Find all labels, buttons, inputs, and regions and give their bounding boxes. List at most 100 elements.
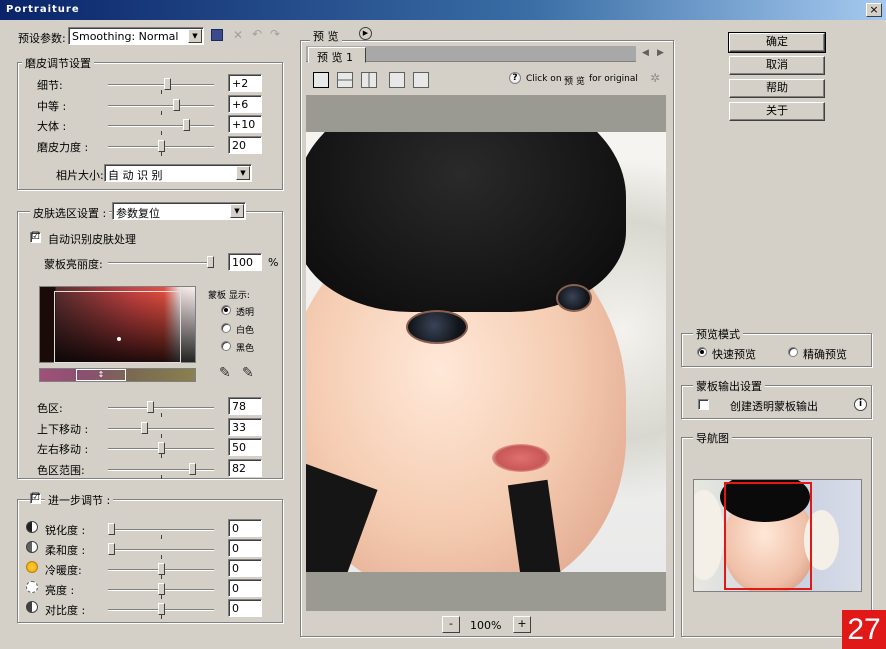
enhancement-slider[interactable] bbox=[108, 523, 214, 543]
slider-thumb[interactable] bbox=[189, 462, 196, 475]
slider-thumb[interactable] bbox=[108, 523, 115, 535]
detail-row-slider[interactable] bbox=[108, 98, 214, 119]
slider-tick bbox=[161, 454, 162, 458]
skin-slider-label: 色区: bbox=[37, 402, 63, 415]
mask-display-radio[interactable] bbox=[221, 341, 231, 351]
preview-menu-icon[interactable]: ▶ bbox=[359, 27, 372, 40]
enhancement-field[interactable]: 0 bbox=[228, 539, 262, 557]
detail-row-slider[interactable] bbox=[108, 119, 214, 139]
skin-slider-field[interactable]: 33 bbox=[228, 417, 262, 436]
zoom-in-button[interactable]: + bbox=[513, 616, 531, 633]
fast-preview-radio[interactable] bbox=[697, 347, 707, 357]
detail-row-field[interactable]: +2 bbox=[228, 74, 262, 92]
skin-slider[interactable] bbox=[108, 442, 214, 462]
navigator-thumbnail[interactable] bbox=[693, 479, 862, 592]
slider-tick bbox=[161, 413, 162, 417]
detail-row-slider[interactable] bbox=[108, 78, 214, 98]
tab-preview-1[interactable]: 预 览 1 bbox=[308, 47, 366, 64]
hue-range-bar[interactable]: ↕ bbox=[39, 368, 196, 382]
zoom-out-button[interactable]: - bbox=[442, 616, 460, 633]
mask-display-radio[interactable] bbox=[221, 323, 231, 333]
detail-row-field[interactable]: +6 bbox=[228, 94, 262, 113]
save-icon[interactable] bbox=[211, 29, 223, 41]
enhancement-slider[interactable] bbox=[108, 563, 214, 583]
enhancements-title: 进一步调节 : bbox=[45, 492, 114, 508]
new-preview-icon[interactable] bbox=[389, 72, 405, 88]
enhancement-field[interactable]: 0 bbox=[228, 559, 262, 577]
mask-output-checkbox[interactable] bbox=[698, 399, 709, 410]
portrait-size-label: 相片大小: bbox=[56, 169, 104, 182]
eyedropper-icon[interactable]: ✎ bbox=[219, 365, 231, 381]
enhancement-slider[interactable] bbox=[108, 603, 214, 623]
skin-slider-field[interactable]: 78 bbox=[228, 397, 262, 415]
mask-opacity-field[interactable]: 100 bbox=[228, 253, 262, 271]
detail-row-slider[interactable] bbox=[108, 139, 214, 160]
slider-tick bbox=[161, 575, 162, 579]
mask-opacity-track[interactable] bbox=[108, 256, 214, 276]
slider-thumb[interactable] bbox=[147, 401, 154, 413]
slider-thumb[interactable] bbox=[183, 119, 190, 131]
slider-thumb[interactable] bbox=[158, 442, 165, 454]
split-vertical-icon[interactable] bbox=[361, 72, 377, 88]
enhancement-slider[interactable] bbox=[108, 583, 214, 603]
detail-row-label: 细节: bbox=[37, 79, 63, 92]
accurate-preview-radio[interactable] bbox=[788, 347, 798, 357]
detail-row-field[interactable]: +10 bbox=[228, 115, 262, 133]
slider-thumb[interactable] bbox=[141, 421, 148, 434]
mask-display-option-label: 黑色 bbox=[236, 344, 255, 354]
detail-row-field[interactable]: 20 bbox=[228, 135, 262, 154]
sharpness-icon bbox=[26, 521, 38, 533]
enhancement-field[interactable]: 0 bbox=[228, 599, 262, 617]
skin-slider[interactable] bbox=[108, 421, 214, 442]
fit-view-icon[interactable] bbox=[413, 72, 429, 88]
tab-scroll-left-icon[interactable]: ◀ bbox=[642, 48, 649, 58]
cancel-button[interactable]: 取消 bbox=[729, 56, 825, 75]
split-horizontal-icon[interactable] bbox=[337, 72, 353, 88]
skin-color-picker[interactable] bbox=[39, 286, 196, 363]
single-view-icon[interactable] bbox=[313, 72, 329, 88]
help-button[interactable]: 帮助 bbox=[729, 79, 825, 98]
enhancement-field[interactable]: 0 bbox=[228, 519, 262, 537]
slider-tick bbox=[161, 555, 162, 559]
navigator-viewport-frame[interactable] bbox=[724, 482, 812, 590]
enhancement-label: 冷暖度: bbox=[45, 564, 82, 577]
skin-slider-field[interactable]: 50 bbox=[228, 438, 262, 456]
info-icon[interactable]: i bbox=[854, 398, 867, 411]
chevron-down-icon: ▼ bbox=[236, 166, 250, 180]
color-picker-marker[interactable] bbox=[117, 337, 121, 341]
slider-thumb[interactable] bbox=[158, 563, 165, 575]
enhancement-label: 柔和度 : bbox=[45, 544, 86, 557]
skin-slider[interactable] bbox=[108, 401, 214, 421]
slider-thumb[interactable] bbox=[158, 139, 165, 152]
slider-thumb[interactable] bbox=[108, 543, 115, 555]
mask-output-title: 蒙板输出设置 bbox=[693, 378, 765, 394]
redo-icon[interactable]: ↷ bbox=[270, 27, 280, 41]
slider-thumb[interactable] bbox=[164, 78, 171, 90]
spinner-icon: ✲ bbox=[650, 71, 661, 85]
undo-icon[interactable]: ↶ bbox=[252, 27, 262, 41]
slider-thumb[interactable] bbox=[158, 603, 165, 615]
delete-icon[interactable]: ✕ bbox=[233, 28, 243, 42]
mask-display-radio[interactable] bbox=[221, 305, 231, 315]
detail-smoothing-title: 磨皮调节设置 bbox=[22, 55, 94, 71]
preview-canvas[interactable] bbox=[306, 95, 666, 611]
close-button[interactable]: × bbox=[866, 3, 882, 17]
about-button[interactable]: 关于 bbox=[729, 102, 825, 121]
skin-slider-field[interactable]: 82 bbox=[228, 458, 262, 477]
portrait-size-dropdown[interactable]: 自 动 识 别 ▼ bbox=[104, 164, 252, 182]
auto-skin-checkbox[interactable]: ☑ bbox=[30, 232, 41, 243]
slider-thumb[interactable] bbox=[173, 98, 180, 111]
tab-scroll-right-icon[interactable]: ▶ bbox=[657, 48, 664, 58]
enhancement-field[interactable]: 0 bbox=[228, 579, 262, 597]
slider-thumb[interactable] bbox=[158, 583, 165, 595]
ok-button[interactable]: 确定 bbox=[728, 32, 826, 53]
window-title: Portraiture bbox=[0, 0, 886, 20]
eyedropper-plus-icon[interactable]: ✎ bbox=[242, 365, 254, 381]
presets-dropdown[interactable]: Smoothing: Normal ▼ bbox=[68, 27, 204, 45]
skin-slider[interactable] bbox=[108, 462, 214, 483]
fast-preview-label: 快速预览 bbox=[712, 348, 756, 361]
enhancement-slider[interactable] bbox=[108, 543, 214, 563]
enhancements-checkbox[interactable]: ☑ bbox=[30, 493, 41, 504]
skin-mask-dropdown[interactable]: 参数复位 ▼ bbox=[112, 202, 246, 220]
slider-thumb[interactable] bbox=[207, 256, 214, 268]
